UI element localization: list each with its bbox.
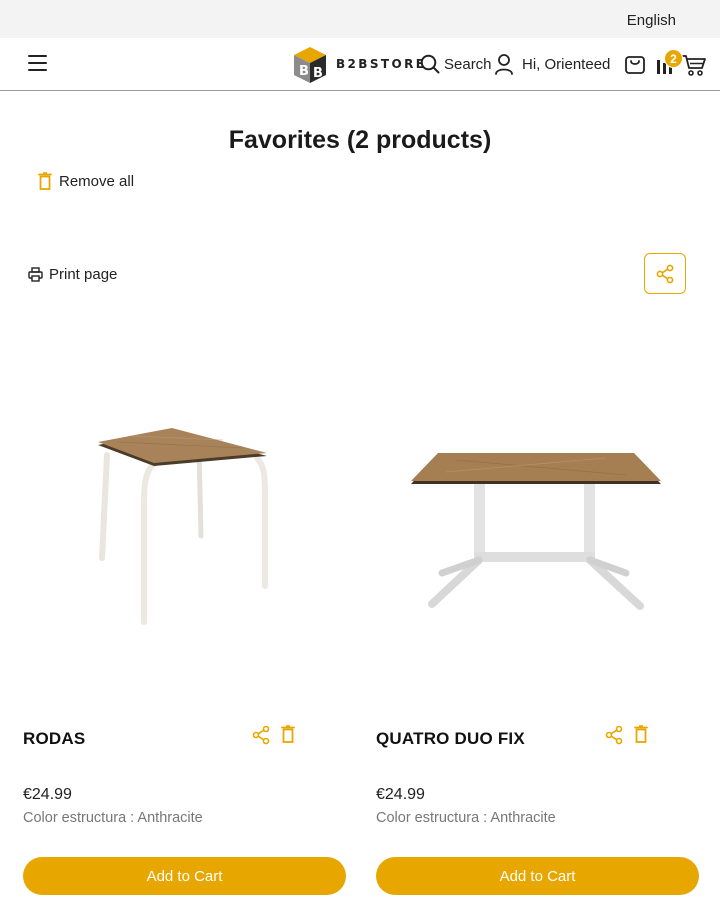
product-share-button[interactable] <box>604 725 624 745</box>
add-to-cart-button[interactable]: Add to Cart <box>376 857 699 895</box>
user-icon <box>495 54 513 75</box>
bag-icon <box>625 56 645 74</box>
svg-text:B: B <box>313 66 323 81</box>
svg-text:B: B <box>299 64 309 79</box>
product-name[interactable]: RODAS <box>23 729 85 749</box>
remove-all-label: Remove all <box>59 172 135 190</box>
search-button[interactable]: Search <box>420 52 492 76</box>
trash-icon <box>281 725 295 743</box>
product-name[interactable]: QUATRO DUO FIX <box>376 729 525 749</box>
account-button[interactable]: Hi, Orienteed <box>494 52 610 76</box>
bag-button[interactable] <box>623 52 647 76</box>
trash-icon <box>38 172 52 190</box>
product-remove-button[interactable] <box>281 725 299 745</box>
brand-name: B2BSTORE <box>336 57 427 71</box>
share-icon <box>656 264 674 283</box>
product-attribute: Color estructura : Anthracite <box>376 810 556 826</box>
user-greeting: Hi, Orienteed <box>522 55 611 73</box>
page-title: Favorites (2 products) <box>228 126 492 154</box>
search-label: Search <box>444 55 492 73</box>
product-share-button[interactable] <box>251 725 271 745</box>
site-header: B B B2BSTORE Search Hi, Orienteed 2 <box>0 38 720 91</box>
print-page-button[interactable]: Print page <box>28 264 117 284</box>
top-bar: English <box>0 0 720 38</box>
product-card: QUATRO DUO FIX €24.99 Color estructura :… <box>376 330 700 900</box>
share-list-button[interactable] <box>644 253 686 294</box>
search-icon <box>420 54 440 74</box>
product-price: €24.99 <box>376 786 425 803</box>
cart-button[interactable] <box>681 53 707 77</box>
menu-icon[interactable] <box>28 55 48 73</box>
language-selector[interactable]: English <box>627 12 676 29</box>
cart-count-badge: 2 <box>664 49 683 68</box>
cart-icon <box>681 55 706 76</box>
logo-cube-icon: B B <box>294 47 326 83</box>
print-page-label: Print page <box>49 265 118 283</box>
trash-icon <box>634 725 648 743</box>
product-remove-button[interactable] <box>634 725 652 745</box>
product-price: €24.99 <box>23 786 72 803</box>
remove-all-button[interactable]: Remove all <box>38 171 134 191</box>
share-icon <box>605 725 623 745</box>
product-attribute: Color estructura : Anthracite <box>23 810 203 826</box>
product-image[interactable] <box>23 330 347 670</box>
product-card: RODAS €24.99 Color estructura : Anthraci… <box>23 330 347 900</box>
add-to-cart-button[interactable]: Add to Cart <box>23 857 346 895</box>
print-icon <box>28 266 43 282</box>
share-icon <box>252 725 270 745</box>
product-image[interactable] <box>376 330 700 670</box>
